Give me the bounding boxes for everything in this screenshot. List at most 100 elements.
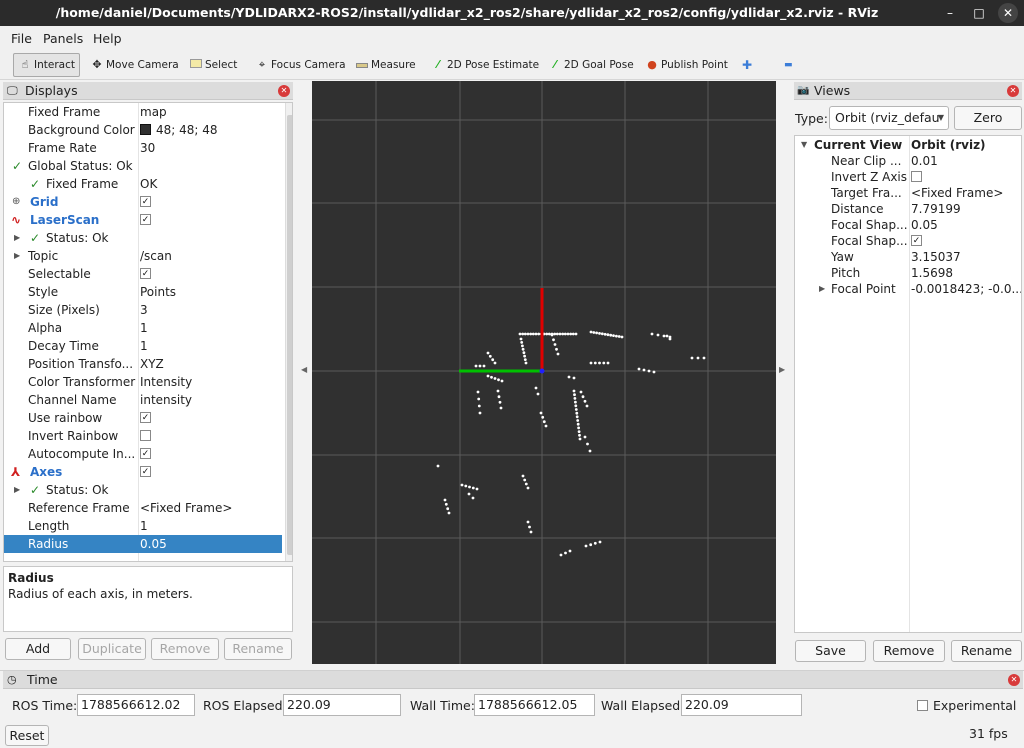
displays-tree[interactable]: Fixed Frame map Background Color 48; 48;…: [3, 102, 293, 562]
property-value[interactable]: XYZ: [140, 355, 164, 373]
property-value[interactable]: -0.0018423; -0.0...: [911, 281, 1021, 297]
remove-display-button[interactable]: Remove: [151, 638, 219, 660]
property-row[interactable]: ▶ Topic /scan: [4, 247, 282, 265]
pose-estimate-tool-button[interactable]: ⁄ 2D Pose Estimate: [429, 53, 539, 77]
status-row[interactable]: ▶ ✓ Status: Ok: [4, 229, 282, 247]
use-rainbow-checkbox[interactable]: ✓: [140, 409, 151, 427]
interact-tool-button[interactable]: ☝ Interact: [13, 53, 80, 77]
wall-time-field[interactable]: 1788566612.05: [474, 694, 595, 716]
expand-arrow-icon[interactable]: ▶: [14, 229, 20, 247]
property-value[interactable]: 1: [140, 319, 148, 337]
duplicate-display-button[interactable]: Duplicate: [78, 638, 146, 660]
enable-checkbox[interactable]: ✓: [140, 211, 151, 229]
publish-point-tool-button[interactable]: ● Publish Point: [643, 53, 728, 77]
property-row[interactable]: Alpha 1: [4, 319, 282, 337]
close-panel-icon[interactable]: ✕: [1007, 85, 1019, 97]
expand-arrow-icon[interactable]: ▶: [14, 247, 20, 265]
property-value[interactable]: 1: [140, 337, 148, 355]
add-tool-icon[interactable]: ✚: [740, 53, 752, 77]
property-row[interactable]: Focal Shap... ✓: [795, 233, 1021, 249]
property-row[interactable]: Color Transformer Intensity: [4, 373, 282, 391]
menu-panels[interactable]: Panels: [43, 31, 83, 46]
property-row[interactable]: Position Transfo... XYZ: [4, 355, 282, 373]
view-type-select[interactable]: Orbit (rviz_defau ▼: [829, 106, 949, 130]
remove-view-button[interactable]: Remove: [873, 640, 945, 662]
close-panel-icon[interactable]: ✕: [278, 85, 290, 97]
property-value[interactable]: 0.05: [140, 535, 167, 553]
property-row[interactable]: Length 1: [4, 517, 282, 535]
property-row[interactable]: Decay Time 1: [4, 337, 282, 355]
property-row[interactable]: Target Fra... <Fixed Frame>: [795, 185, 1021, 201]
property-row[interactable]: Invert Rainbow: [4, 427, 282, 445]
property-row[interactable]: Selectable ✓: [4, 265, 282, 283]
save-view-button[interactable]: Save: [795, 640, 866, 662]
zero-button[interactable]: Zero: [954, 106, 1022, 130]
property-value[interactable]: <Fixed Frame>: [140, 499, 232, 517]
add-display-button[interactable]: Add: [5, 638, 71, 660]
collapse-right-icon[interactable]: ▶: [779, 365, 785, 374]
3d-viewport[interactable]: [312, 81, 776, 664]
remove-tool-icon[interactable]: ▬: [782, 53, 793, 77]
enable-checkbox[interactable]: ✓: [140, 463, 151, 481]
ros-elapsed-field[interactable]: 220.09: [283, 694, 401, 716]
property-value[interactable]: Points: [140, 283, 176, 301]
property-value[interactable]: 3: [140, 301, 148, 319]
color-swatch[interactable]: [140, 124, 151, 135]
property-row[interactable]: Focal Shap... 0.05: [795, 217, 1021, 233]
property-row[interactable]: Fixed Frame map: [4, 103, 282, 121]
property-row[interactable]: Channel Name intensity: [4, 391, 282, 409]
property-row[interactable]: Frame Rate 30: [4, 139, 282, 157]
property-row[interactable]: Background Color 48; 48; 48: [4, 121, 282, 139]
autocompute-checkbox[interactable]: ✓: [140, 445, 151, 463]
property-value[interactable]: Intensity: [140, 373, 192, 391]
status-row[interactable]: ✓ Fixed Frame OK: [4, 175, 282, 193]
display-item-axes[interactable]: ⅄ Axes ✓: [4, 463, 282, 481]
views-tree[interactable]: ▼ Current View Orbit (rviz) Near Clip ..…: [794, 135, 1022, 633]
property-value[interactable]: map: [140, 103, 167, 121]
scrollbar-thumb[interactable]: [287, 115, 292, 555]
experimental-checkbox[interactable]: [917, 699, 928, 713]
move-camera-tool-button[interactable]: ✥ Move Camera: [88, 53, 178, 77]
property-row[interactable]: Pitch 1.5698: [795, 265, 1021, 281]
menu-file[interactable]: File: [11, 31, 32, 46]
display-item-grid[interactable]: ⊕ Grid ✓: [4, 193, 282, 211]
goal-pose-tool-button[interactable]: ⁄ 2D Goal Pose: [546, 53, 634, 77]
status-row[interactable]: ✓ Global Status: Ok: [4, 157, 282, 175]
menu-help[interactable]: Help: [93, 31, 122, 46]
select-tool-button[interactable]: Select: [187, 53, 237, 77]
selectable-checkbox[interactable]: ✓: [140, 265, 151, 283]
property-row-selected[interactable]: Radius 0.05: [4, 535, 282, 553]
property-row[interactable]: Invert Z Axis: [795, 169, 1021, 185]
property-row[interactable]: ▶ Focal Point -0.0018423; -0.0...: [795, 281, 1021, 297]
property-value[interactable]: 0.05: [911, 217, 938, 233]
property-value[interactable]: intensity: [140, 391, 192, 409]
property-value[interactable]: <Fixed Frame>: [911, 185, 1003, 201]
property-value[interactable]: 0.01: [911, 153, 938, 169]
viewport-canvas[interactable]: [312, 81, 776, 664]
close-window-icon[interactable]: ✕: [998, 3, 1018, 23]
invert-z-checkbox[interactable]: [911, 169, 922, 185]
property-row[interactable]: Size (Pixels) 3: [4, 301, 282, 319]
maximize-icon[interactable]: □: [969, 3, 989, 23]
status-row[interactable]: ▶ ✓ Status: Ok: [4, 481, 282, 499]
expand-arrow-icon[interactable]: ▶: [14, 481, 20, 499]
property-row[interactable]: Distance 7.79199: [795, 201, 1021, 217]
property-value[interactable]: 7.79199: [911, 201, 961, 217]
property-value[interactable]: 3.15037: [911, 249, 961, 265]
expand-arrow-icon[interactable]: ▶: [819, 281, 825, 297]
collapse-arrow-icon[interactable]: ▼: [801, 137, 807, 153]
property-value[interactable]: 1: [140, 517, 148, 535]
displays-scrollbar[interactable]: [285, 103, 292, 561]
minimize-icon[interactable]: –: [940, 3, 960, 23]
property-row[interactable]: Autocompute In... ✓: [4, 445, 282, 463]
property-row[interactable]: Style Points: [4, 283, 282, 301]
ros-time-field[interactable]: 1788566612.02: [77, 694, 195, 716]
property-value[interactable]: 48; 48; 48: [140, 121, 218, 139]
display-item-laserscan[interactable]: ∿ LaserScan ✓: [4, 211, 282, 229]
enable-checkbox[interactable]: ✓: [140, 193, 151, 211]
rename-display-button[interactable]: Rename: [224, 638, 292, 660]
property-value[interactable]: 1.5698: [911, 265, 953, 281]
invert-rainbow-checkbox[interactable]: [140, 427, 151, 445]
property-row[interactable]: Yaw 3.15037: [795, 249, 1021, 265]
reset-button[interactable]: Reset: [5, 725, 49, 746]
